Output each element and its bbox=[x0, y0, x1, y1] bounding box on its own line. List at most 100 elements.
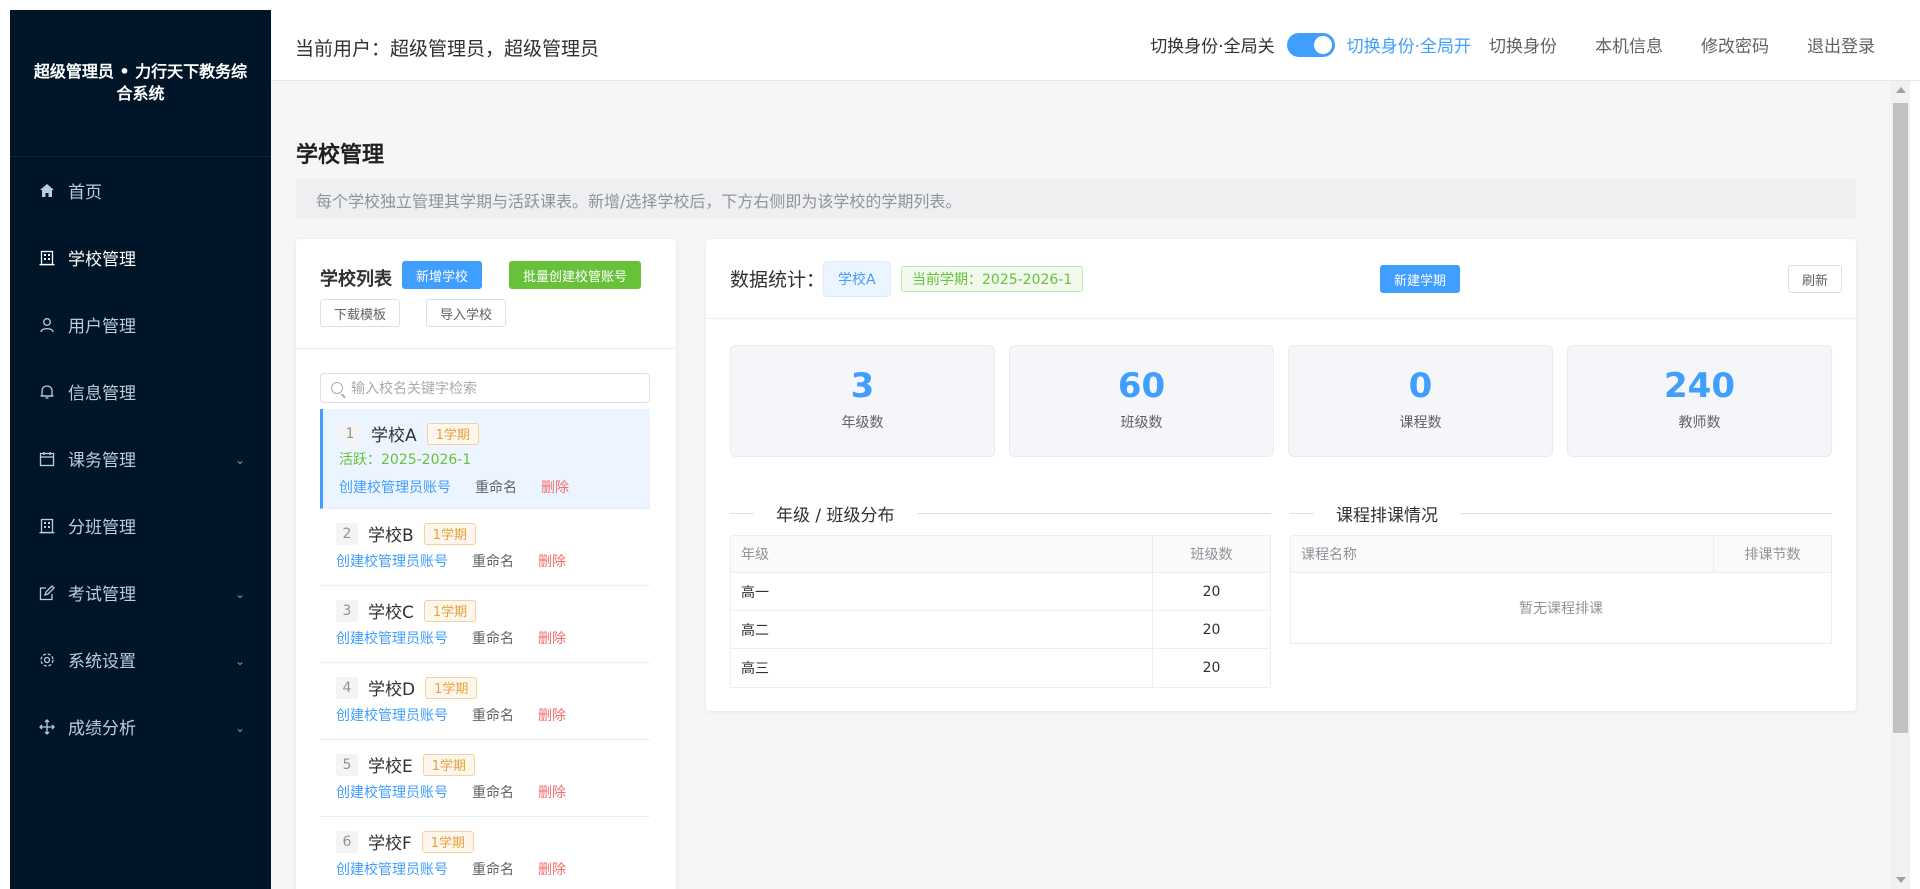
term-count-badge: 1学期 bbox=[423, 599, 477, 622]
stat-card-classes: 60 班级数 bbox=[1009, 345, 1274, 457]
sidebar-item-label: 课务管理 bbox=[68, 451, 136, 471]
list-item[interactable]: 3 学校C 1学期 创建校管理员账号 重命名 删除 bbox=[320, 586, 650, 663]
search-placeholder: 输入校名关键字检索 bbox=[351, 381, 477, 397]
scrollbar[interactable] bbox=[1891, 81, 1910, 889]
header-actions: 切换身份·全局关 切换身份·全局开 切换身份 本机信息 修改密码 退出登录 bbox=[1150, 32, 1875, 57]
stats-title: 数据统计： bbox=[730, 269, 826, 291]
scroll-down-arrow-icon[interactable] bbox=[1896, 877, 1906, 883]
sidebar-item-label: 首页 bbox=[68, 183, 102, 203]
table-header-row: 课程名称 排课节数 bbox=[1291, 536, 1831, 573]
school-name: 学校E bbox=[368, 757, 413, 777]
toggle-knob bbox=[1313, 35, 1332, 54]
create-admin-link[interactable]: 创建校管理员账号 bbox=[336, 628, 448, 648]
batch-create-account-button[interactable]: 批量创建校管账号 bbox=[509, 261, 642, 289]
logout-link[interactable]: 退出登录 bbox=[1807, 32, 1875, 57]
change-password-link[interactable]: 修改密码 bbox=[1701, 32, 1769, 57]
table-header-row: 年级 班级数 bbox=[731, 536, 1270, 573]
sidebar-item-home[interactable]: 首页 bbox=[10, 157, 271, 224]
term-count-badge: 1学期 bbox=[426, 422, 479, 445]
edit-icon bbox=[38, 584, 56, 602]
create-admin-link[interactable]: 创建校管理员账号 bbox=[336, 782, 448, 802]
sidebar-item-label: 成绩分析 bbox=[68, 719, 136, 739]
refresh-button[interactable]: 刷新 bbox=[1788, 265, 1843, 293]
school-search-input[interactable]: 输入校名关键字检索 bbox=[320, 373, 650, 403]
rename-link[interactable]: 重命名 bbox=[472, 628, 514, 648]
school-actions: 创建校管理员账号 重命名 删除 bbox=[336, 782, 566, 802]
toggle-on-label[interactable]: 切换身份·全局开 bbox=[1347, 32, 1471, 57]
school-index: 2 bbox=[336, 522, 358, 545]
new-term-button[interactable]: 新建学期 bbox=[1380, 265, 1461, 293]
delete-link[interactable]: 删除 bbox=[541, 477, 569, 497]
selected-school-tag: 学校A bbox=[823, 261, 891, 297]
stat-card-courses: 0 课程数 bbox=[1288, 345, 1553, 457]
table-cell: 20 bbox=[1152, 573, 1270, 610]
school-index: 5 bbox=[336, 753, 358, 776]
list-item[interactable]: 6 学校F 1学期 创建校管理员账号 重命名 删除 bbox=[320, 817, 650, 889]
table-cell: 高一 bbox=[741, 584, 769, 601]
sidebar-item-label: 考试管理 bbox=[68, 585, 136, 605]
sidebar-item-info[interactable]: 信息管理 bbox=[10, 358, 271, 425]
scroll-up-arrow-icon[interactable] bbox=[1896, 87, 1906, 93]
course-section-divider: 课程排课情况 bbox=[1290, 501, 1832, 526]
sidebar-item-label: 信息管理 bbox=[68, 384, 136, 404]
delete-link[interactable]: 删除 bbox=[538, 782, 566, 802]
school-actions: 创建校管理员账号 重命名 删除 bbox=[339, 477, 569, 497]
identity-toggle[interactable] bbox=[1286, 32, 1335, 57]
search-icon bbox=[331, 382, 343, 394]
create-admin-link[interactable]: 创建校管理员账号 bbox=[339, 477, 451, 497]
sidebar-item-course[interactable]: 课务管理 ⌄ bbox=[10, 425, 271, 492]
toggle-off-label[interactable]: 切换身份·全局关 bbox=[1150, 32, 1274, 57]
delete-link[interactable]: 删除 bbox=[538, 705, 566, 725]
table-header-cell: 年级 bbox=[741, 547, 769, 563]
stat-label: 课程数 bbox=[1399, 415, 1442, 431]
delete-link[interactable]: 删除 bbox=[538, 628, 566, 648]
create-admin-link[interactable]: 创建校管理员账号 bbox=[336, 551, 448, 571]
sidebar-item-exam[interactable]: 考试管理 ⌄ bbox=[10, 559, 271, 626]
page-description: 每个学校独立管理其学期与活跃课表。新增/选择学校后，下方右侧即为该学校的学期列表… bbox=[296, 179, 1856, 219]
create-admin-link[interactable]: 创建校管理员账号 bbox=[336, 705, 448, 725]
list-item[interactable]: 1 学校A 1学期 活跃：2025-2026-1 创建校管理员账号 重命名 删除 bbox=[320, 409, 650, 509]
school-index: 1 bbox=[339, 422, 361, 445]
list-item[interactable]: 2 学校B 1学期 创建校管理员账号 重命名 删除 bbox=[320, 509, 650, 586]
stat-value: 0 bbox=[1408, 366, 1433, 406]
rename-link[interactable]: 重命名 bbox=[472, 859, 514, 879]
school-index: 4 bbox=[336, 676, 358, 699]
grade-table: 年级 班级数 高一 20 高二 20 高三 20 bbox=[730, 535, 1271, 688]
rename-link[interactable]: 重命名 bbox=[472, 705, 514, 725]
bell-icon bbox=[38, 383, 56, 401]
school-name: 学校F bbox=[368, 834, 412, 854]
switch-identity-link[interactable]: 切换身份 bbox=[1489, 32, 1557, 57]
list-item[interactable]: 4 学校D 1学期 创建校管理员账号 重命名 删除 bbox=[320, 663, 650, 740]
app-frame: 超级管理员 • 力行天下教务综合系统 首页 学校管理 用户管理 信息管理 课务管… bbox=[10, 10, 1920, 889]
sidebar-item-school[interactable]: 学校管理 bbox=[10, 224, 271, 291]
sidebar-item-users[interactable]: 用户管理 bbox=[10, 291, 271, 358]
building-icon bbox=[38, 249, 56, 267]
sidebar-item-settings[interactable]: 系统设置 ⌄ bbox=[10, 626, 271, 693]
scroll-thumb[interactable] bbox=[1893, 103, 1908, 733]
school-index: 3 bbox=[336, 599, 358, 622]
download-template-button[interactable]: 下载模板 bbox=[320, 299, 401, 327]
delete-link[interactable]: 删除 bbox=[538, 859, 566, 879]
list-item[interactable]: 5 学校E 1学期 创建校管理员账号 重命名 删除 bbox=[320, 740, 650, 817]
stat-value: 240 bbox=[1664, 366, 1735, 406]
add-school-button[interactable]: 新增学校 bbox=[402, 261, 483, 289]
chevron-down-icon: ⌄ bbox=[234, 654, 245, 668]
rename-link[interactable]: 重命名 bbox=[475, 477, 517, 497]
delete-link[interactable]: 删除 bbox=[538, 551, 566, 571]
rename-link[interactable]: 重命名 bbox=[472, 551, 514, 571]
import-school-button[interactable]: 导入学校 bbox=[426, 299, 507, 327]
header: 当前用户：超级管理员，超级管理员 切换身份·全局关 切换身份·全局开 切换身份 … bbox=[271, 10, 1920, 81]
gear-icon bbox=[38, 651, 56, 669]
sidebar-item-class[interactable]: 分班管理 bbox=[10, 492, 271, 559]
stat-value: 60 bbox=[1117, 366, 1166, 406]
grade-section-title: 年级 / 班级分布 bbox=[776, 506, 895, 526]
school-list-panel: 学校列表 新增学校 批量创建校管账号 下载模板 导入学校 输入校名关键字检索 1… bbox=[296, 239, 676, 889]
rename-link[interactable]: 重命名 bbox=[472, 782, 514, 802]
sidebar-item-analysis[interactable]: 成绩分析 ⌄ bbox=[10, 693, 271, 760]
create-admin-link[interactable]: 创建校管理员账号 bbox=[336, 859, 448, 879]
table-cell: 20 bbox=[1152, 649, 1270, 687]
machine-info-link[interactable]: 本机信息 bbox=[1595, 32, 1663, 57]
stat-label: 班级数 bbox=[1120, 415, 1163, 431]
empty-state: 暂无课程排课 bbox=[1519, 601, 1603, 617]
table-cell: 高二 bbox=[741, 622, 769, 639]
